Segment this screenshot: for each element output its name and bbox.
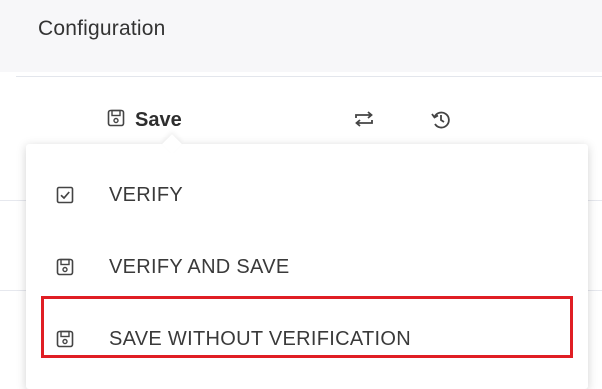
save-button[interactable]: Save xyxy=(107,104,182,136)
history-icon[interactable] xyxy=(430,109,452,136)
menu-item-label: VERIFY AND SAVE xyxy=(109,256,290,278)
background-divider xyxy=(0,200,26,201)
menu-item-label: SAVE WITHOUT VERIFICATION xyxy=(109,328,411,350)
save-label: Save xyxy=(135,108,182,131)
config-header: Configuration xyxy=(0,0,602,72)
checkbox-icon xyxy=(56,186,74,209)
menu-item-save-without-verification[interactable]: SAVE WITHOUT VERIFICATION xyxy=(26,312,588,368)
repeat-icon[interactable] xyxy=(352,109,376,134)
floppy-icon xyxy=(56,330,74,353)
floppy-icon xyxy=(56,258,74,281)
header-divider xyxy=(16,76,602,77)
background-divider xyxy=(588,290,602,291)
save-dropdown-menu: VERIFY VERIFY AND SAVE SAVE WITHOUT VERI… xyxy=(26,134,588,389)
toolbar: Save xyxy=(0,96,602,144)
floppy-icon xyxy=(107,109,125,132)
background-divider xyxy=(0,290,26,291)
menu-item-label: VERIFY xyxy=(109,184,184,206)
page-title: Configuration xyxy=(38,17,166,40)
menu-item-verify[interactable]: VERIFY xyxy=(26,168,588,224)
menu-item-verify-and-save[interactable]: VERIFY AND SAVE xyxy=(26,240,588,296)
background-divider xyxy=(588,200,602,201)
